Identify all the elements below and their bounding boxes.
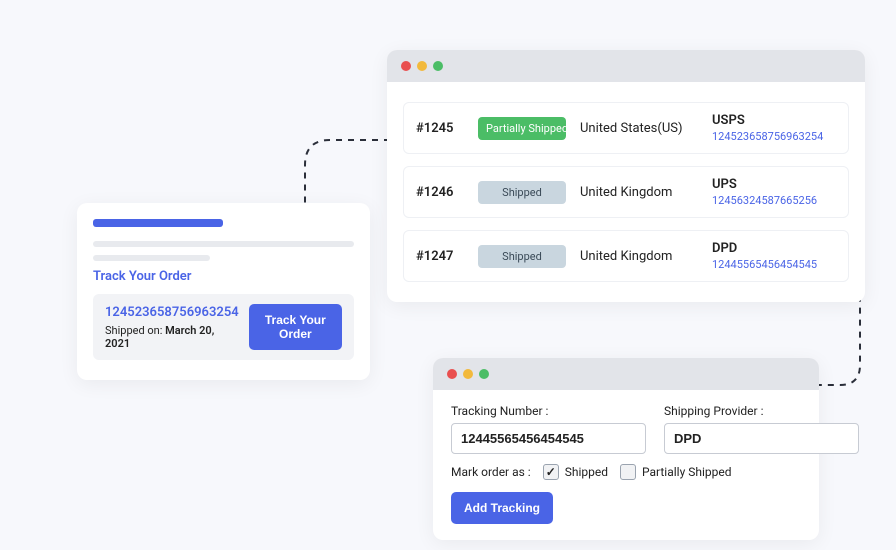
- carrier-name: DPD: [712, 241, 817, 256]
- shipped-option-label: Shipped: [565, 465, 608, 479]
- carrier-name: UPS: [712, 177, 817, 192]
- tracking-number-link[interactable]: 12445565456454545: [712, 258, 817, 271]
- order-destination: United Kingdom: [580, 249, 698, 264]
- order-id: #1246: [416, 185, 464, 200]
- order-row[interactable]: #1246 Shipped United Kingdom UPS 1245632…: [403, 166, 849, 218]
- track-order-button[interactable]: Track Your Order: [249, 304, 342, 350]
- tracking-number-label: Tracking Number :: [451, 404, 646, 418]
- status-badge-partial: Partially Shipped: [478, 117, 566, 140]
- order-id: #1245: [416, 121, 464, 136]
- track-info-box: 124523658756963254 Shipped on: March 20,…: [93, 294, 354, 360]
- tracking-number: 124523658756963254: [105, 305, 239, 320]
- shipped-checkbox[interactable]: [543, 464, 559, 480]
- shipped-date: Shipped on: March 20, 2021: [105, 324, 239, 350]
- skeleton-line: [93, 255, 210, 261]
- shipping-provider-input[interactable]: [664, 423, 859, 454]
- shipping-provider-label: Shipping Provider :: [664, 404, 859, 418]
- carrier-name: USPS: [712, 113, 823, 128]
- partially-shipped-checkbox[interactable]: [620, 464, 636, 480]
- skeleton-title: [93, 219, 223, 227]
- track-order-heading: Track Your Order: [93, 269, 354, 284]
- maximize-icon[interactable]: [479, 369, 489, 379]
- minimize-icon[interactable]: [463, 369, 473, 379]
- tracking-number-input[interactable]: [451, 423, 646, 454]
- maximize-icon[interactable]: [433, 61, 443, 71]
- add-tracking-window: Tracking Number : Shipping Provider : Ma…: [433, 358, 819, 540]
- orders-list: #1245 Partially Shipped United States(US…: [387, 82, 865, 302]
- tracking-number-link[interactable]: 12456324587665256: [712, 194, 817, 207]
- window-titlebar: [387, 50, 865, 82]
- mark-order-label: Mark order as :: [451, 465, 531, 479]
- status-badge-shipped: Shipped: [478, 245, 566, 268]
- order-destination: United Kingdom: [580, 185, 698, 200]
- minimize-icon[interactable]: [417, 61, 427, 71]
- track-order-card: Track Your Order 124523658756963254 Ship…: [77, 203, 370, 380]
- order-destination: United States(US): [580, 121, 698, 136]
- order-row[interactable]: #1245 Partially Shipped United States(US…: [403, 102, 849, 154]
- add-tracking-button[interactable]: Add Tracking: [451, 492, 553, 524]
- close-icon[interactable]: [447, 369, 457, 379]
- order-row[interactable]: #1247 Shipped United Kingdom DPD 1244556…: [403, 230, 849, 282]
- order-id: #1247: [416, 249, 464, 264]
- skeleton-line: [93, 241, 354, 247]
- tracking-number-link[interactable]: 124523658756963254: [712, 130, 823, 143]
- orders-window: #1245 Partially Shipped United States(US…: [387, 50, 865, 302]
- close-icon[interactable]: [401, 61, 411, 71]
- window-titlebar: [433, 358, 819, 390]
- status-badge-shipped: Shipped: [478, 181, 566, 204]
- partial-option-label: Partially Shipped: [642, 465, 732, 479]
